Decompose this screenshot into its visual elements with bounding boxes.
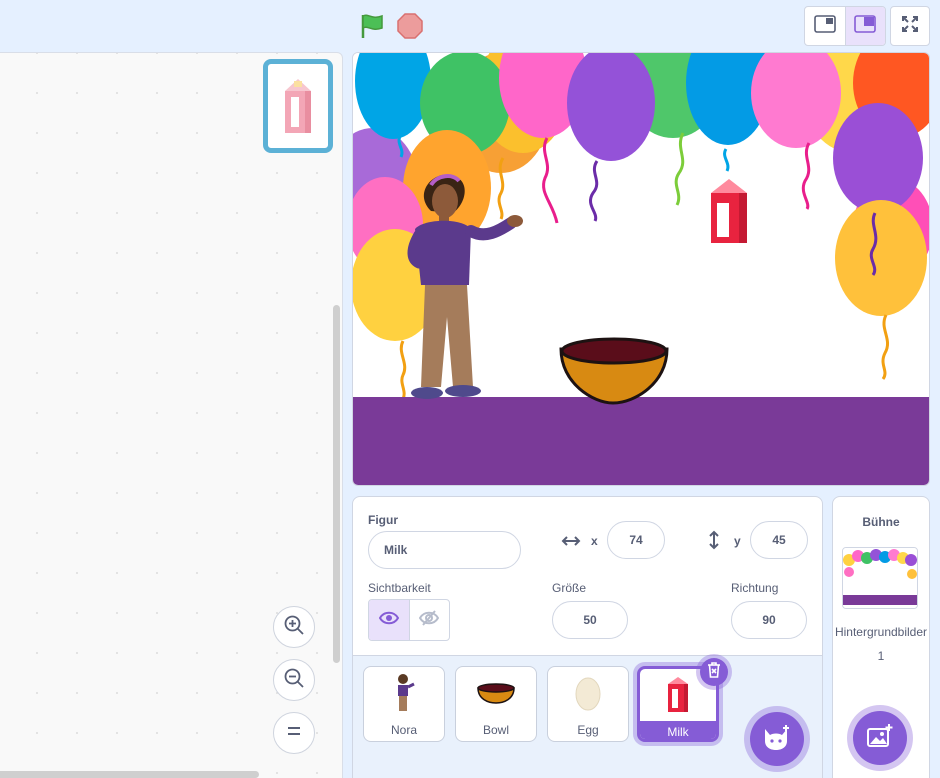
bowl-thumbnail xyxy=(456,667,536,719)
size-label: Größe xyxy=(552,581,587,595)
visibility-toggle xyxy=(368,599,450,641)
small-stage-icon xyxy=(814,14,836,38)
vertical-scrollbar[interactable] xyxy=(333,305,340,663)
sprite-tile-nora[interactable]: Nora xyxy=(363,666,445,742)
zoom-in-icon xyxy=(283,614,305,641)
eye-icon xyxy=(378,611,400,630)
egg-thumbnail xyxy=(548,667,628,719)
choose-backdrop-button[interactable] xyxy=(853,711,907,765)
delete-sprite-button[interactable] xyxy=(700,658,728,686)
sprite-tile-label: Bowl xyxy=(482,723,509,737)
sprite-list: Nora Bowl Egg Milk xyxy=(353,655,822,778)
y-position-input[interactable]: 45 xyxy=(750,521,808,559)
zoom-out-button[interactable] xyxy=(273,659,315,701)
cat-add-icon xyxy=(762,723,792,756)
x-position-icon xyxy=(560,533,582,554)
sprite-tile-label: Nora xyxy=(390,723,417,737)
size-input[interactable]: 50 xyxy=(552,601,628,639)
y-label: y xyxy=(734,534,741,548)
stage-thumbnail[interactable] xyxy=(842,547,918,609)
nora-thumbnail xyxy=(364,667,444,719)
direction-input[interactable]: 90 xyxy=(731,601,807,639)
large-stage-button[interactable] xyxy=(844,7,885,45)
visibility-label: Sichtbarkeit xyxy=(368,581,431,595)
stage-layout-toggle xyxy=(804,6,886,46)
hide-sprite-button[interactable] xyxy=(408,600,449,640)
zoom-out-icon xyxy=(283,667,305,694)
sprite-name-label: Figur xyxy=(368,513,398,527)
zoom-in-button[interactable] xyxy=(273,606,315,648)
sprite-info-pane: Figur Milk x 74 y 45 Sichtbarkeit Größe … xyxy=(352,496,823,778)
sprite-name-input[interactable]: Milk xyxy=(368,531,521,569)
backdrops-label: Hintergrundbilder xyxy=(834,625,928,639)
current-sprite-thumbnail xyxy=(263,59,333,153)
stage-target-pane[interactable]: Bühne Hintergrundbilder 1 xyxy=(832,496,930,778)
small-stage-button[interactable] xyxy=(805,7,845,45)
sprite-tile-label: Egg xyxy=(577,723,599,737)
direction-label: Richtung xyxy=(731,581,779,595)
zoom-reset-button[interactable] xyxy=(273,712,315,754)
y-position-icon xyxy=(707,529,721,556)
image-add-icon xyxy=(866,723,894,754)
green-flag-icon[interactable] xyxy=(358,12,386,40)
x-position-input[interactable]: 74 xyxy=(607,521,665,559)
large-stage-icon xyxy=(854,14,877,38)
sprite-tile-bowl[interactable]: Bowl xyxy=(455,666,537,742)
sprite-tile-egg[interactable]: Egg xyxy=(547,666,629,742)
stage-pane-title: Bühne xyxy=(862,515,900,529)
backdrops-count: 1 xyxy=(877,649,885,663)
x-label: x xyxy=(591,534,598,548)
sprite-tile-label: Milk xyxy=(640,721,716,739)
stop-icon[interactable] xyxy=(397,13,423,39)
zoom-reset-icon xyxy=(286,724,302,742)
eye-slash-icon xyxy=(419,609,440,631)
horizontal-scrollbar[interactable] xyxy=(0,771,259,778)
stage-canvas[interactable] xyxy=(352,52,930,486)
show-sprite-button[interactable] xyxy=(369,600,409,640)
fullscreen-icon xyxy=(901,15,919,38)
choose-sprite-button[interactable] xyxy=(750,712,804,766)
code-workspace[interactable] xyxy=(0,52,343,778)
trash-icon xyxy=(707,661,721,683)
fullscreen-button[interactable] xyxy=(890,6,930,46)
